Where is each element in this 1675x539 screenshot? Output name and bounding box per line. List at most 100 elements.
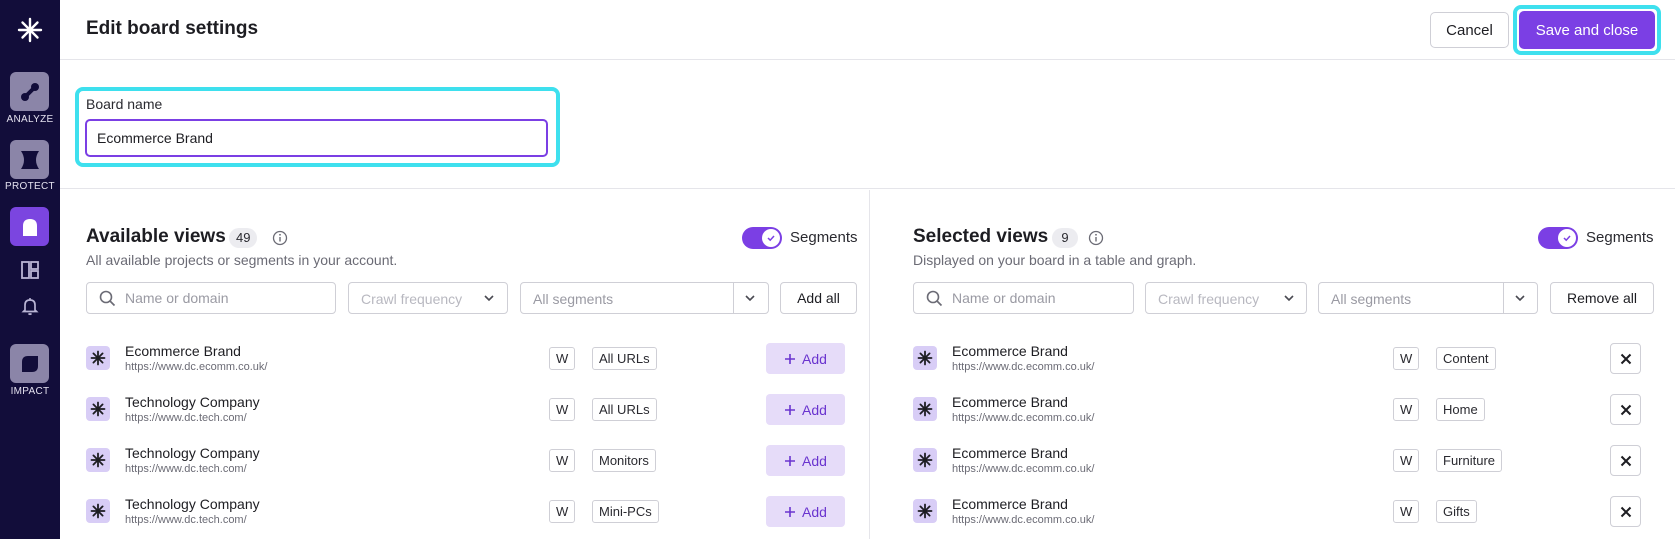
- row-project-name: Ecommerce Brand: [952, 343, 1068, 359]
- info-icon[interactable]: [272, 230, 288, 246]
- close-icon: [1620, 455, 1631, 466]
- available-search[interactable]: [86, 282, 336, 314]
- selected-views-count: 9: [1052, 228, 1078, 248]
- row-project-name: Ecommerce Brand: [125, 343, 241, 359]
- impact-icon: [21, 355, 38, 372]
- available-segments-toggle-label: Segments: [790, 229, 858, 246]
- dashboard-grid-icon[interactable]: [20, 260, 40, 280]
- plus-icon: [785, 353, 796, 364]
- row-frequency-tag: W: [549, 398, 576, 421]
- analyze-icon: [20, 82, 39, 101]
- remove-view-button[interactable]: [1610, 496, 1641, 527]
- search-icon: [926, 290, 943, 307]
- available-view-row: Technology Company https://www.dc.tech.co…: [60, 435, 869, 486]
- app-logo-icon[interactable]: [16, 16, 44, 44]
- add-view-button[interactable]: Add: [766, 394, 845, 425]
- bell-icon[interactable]: [20, 296, 40, 316]
- rail-label-protect: PROTECT: [5, 181, 55, 192]
- cancel-button[interactable]: Cancel: [1430, 12, 1509, 48]
- remove-view-button[interactable]: [1610, 343, 1641, 374]
- board-icon: [22, 218, 37, 236]
- project-logo-icon: [913, 448, 937, 472]
- chevron-down-icon[interactable]: [743, 291, 757, 305]
- selected-search[interactable]: [913, 282, 1134, 314]
- project-logo-icon: [86, 346, 110, 370]
- crawl-frequency-placeholder: Crawl frequency: [1158, 291, 1260, 307]
- check-icon: [767, 235, 775, 242]
- available-views-title: Available views: [86, 226, 226, 247]
- info-icon[interactable]: [1088, 230, 1104, 246]
- row-segment-tag: Gifts: [1436, 500, 1477, 523]
- save-and-close-button[interactable]: Save and close: [1519, 11, 1655, 49]
- add-view-label: Add: [802, 350, 827, 367]
- project-logo-icon: [86, 499, 110, 523]
- selected-segments-select[interactable]: All segments: [1318, 282, 1538, 314]
- row-segment-tag: Mini-PCs: [592, 500, 659, 523]
- rail-label-impact: IMPACT: [10, 386, 50, 397]
- chevron-down-icon[interactable]: [1513, 291, 1527, 305]
- row-project-name: Technology Company: [125, 394, 260, 410]
- selected-view-row: Ecommerce Brand https://www.dc.ecomm.co.u…: [871, 333, 1675, 384]
- chevron-down-icon: [1284, 295, 1294, 302]
- selected-view-row: Ecommerce Brand https://www.dc.ecomm.co.u…: [871, 384, 1675, 435]
- row-project-url: https://www.dc.ecomm.co.uk/: [125, 361, 268, 373]
- project-logo-icon-glyph: [917, 350, 933, 366]
- selected-segments-toggle[interactable]: [1538, 227, 1578, 249]
- row-frequency-tag: W: [549, 347, 576, 370]
- available-views-panel: Available views 49 All available project…: [60, 190, 870, 539]
- available-views-subtitle: All available projects or segments in yo…: [86, 252, 398, 268]
- add-all-button[interactable]: Add all: [780, 282, 857, 314]
- rail-item-board[interactable]: [10, 207, 49, 246]
- add-view-button[interactable]: Add: [766, 343, 845, 374]
- board-name-section: Board name: [60, 60, 1675, 189]
- available-view-row: Technology Company https://www.dc.tech.co…: [60, 384, 869, 435]
- row-project-name: Ecommerce Brand: [952, 496, 1068, 512]
- selected-views-panel: Selected views 9 Displayed on your board…: [871, 190, 1675, 539]
- available-view-row: Technology Company https://www.dc.tech.co…: [60, 486, 869, 537]
- plus-icon: [785, 455, 796, 466]
- available-view-row: Ecommerce Brand https://www.dc.ecomm.co.u…: [60, 333, 869, 384]
- project-logo-icon: [86, 448, 110, 472]
- row-project-name: Ecommerce Brand: [952, 394, 1068, 410]
- selected-crawl-frequency-select[interactable]: Crawl frequency: [1145, 282, 1307, 314]
- available-crawl-frequency-select[interactable]: Crawl frequency: [348, 282, 508, 314]
- row-frequency-tag: W: [1393, 398, 1420, 421]
- selected-segments-toggle-label: Segments: [1586, 229, 1654, 246]
- selected-views-title: Selected views: [913, 226, 1049, 247]
- add-view-label: Add: [802, 401, 827, 418]
- project-logo-icon-glyph: [917, 503, 933, 519]
- available-search-input[interactable]: [125, 283, 275, 313]
- remove-all-button[interactable]: Remove all: [1550, 282, 1654, 314]
- project-logo-icon-glyph: [90, 452, 106, 468]
- rail-item-impact[interactable]: [10, 344, 49, 383]
- available-segments-select[interactable]: All segments: [520, 282, 769, 314]
- toggle-knob: [762, 229, 780, 247]
- select-divider: [733, 283, 734, 313]
- add-view-label: Add: [802, 452, 827, 469]
- chevron-down-icon: [484, 295, 494, 302]
- add-view-button[interactable]: Add: [766, 496, 845, 527]
- row-segment-tag: Content: [1436, 347, 1496, 370]
- selected-view-row: Ecommerce Brand https://www.dc.ecomm.co.u…: [871, 486, 1675, 537]
- board-name-input[interactable]: [85, 119, 548, 157]
- remove-view-button[interactable]: [1610, 394, 1641, 425]
- search-icon: [99, 290, 116, 307]
- project-logo-icon: [913, 346, 937, 370]
- protect-icon: [20, 150, 39, 169]
- project-logo-icon-glyph: [917, 452, 933, 468]
- rail-item-protect[interactable]: [10, 140, 49, 179]
- row-project-url: https://www.dc.tech.com/: [125, 463, 247, 475]
- segments-placeholder: All segments: [533, 291, 614, 307]
- save-highlight: Save and close: [1513, 5, 1661, 55]
- rail-item-analyze[interactable]: [10, 72, 49, 111]
- remove-view-button[interactable]: [1610, 445, 1641, 476]
- available-segments-toggle[interactable]: [742, 227, 782, 249]
- board-name-label: Board name: [86, 96, 163, 112]
- selected-search-input[interactable]: [952, 283, 1102, 313]
- project-logo-icon: [86, 397, 110, 421]
- select-divider: [1503, 283, 1504, 313]
- selected-views-subtitle: Displayed on your board in a table and g…: [913, 252, 1197, 268]
- add-view-button[interactable]: Add: [766, 445, 845, 476]
- crawl-frequency-placeholder: Crawl frequency: [361, 291, 463, 307]
- rail-label-analyze: ANALYZE: [6, 114, 54, 125]
